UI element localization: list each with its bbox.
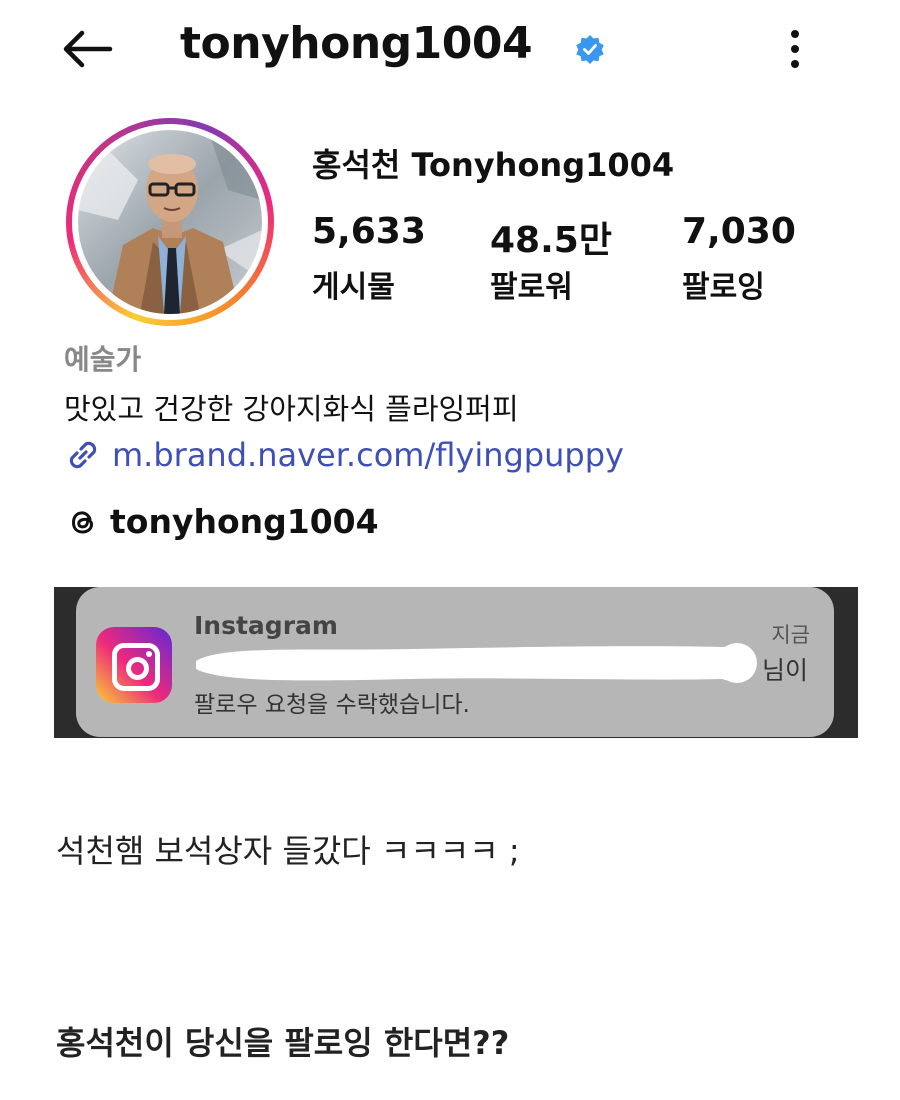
notification-name-suffix: 님이	[761, 656, 808, 685]
threads-icon	[71, 510, 94, 534]
followers-label[interactable]: 팔로워	[490, 262, 573, 306]
notification-time: 지금	[771, 623, 810, 647]
following-label[interactable]: 팔로잉	[682, 262, 765, 306]
arrow-left-icon	[63, 30, 113, 68]
instagram-app-icon	[96, 627, 172, 703]
threads-handle[interactable]: tonyhong1004	[110, 502, 379, 541]
posts-label[interactable]: 게시물	[312, 262, 395, 306]
profile-category: 예술가	[64, 343, 142, 376]
profile-link-text[interactable]: m.brand.naver.com/flyingpuppy	[112, 436, 624, 474]
profile-link[interactable]: m.brand.naver.com/flyingpuppy	[64, 432, 624, 478]
caption-question: 홍석천이 당신을 팔로잉 한다면??	[56, 1024, 510, 1062]
notification-card: Instagram 지금 님이 팔로우 요청을 수락했습니다.	[76, 587, 834, 737]
profile-bio: 맛있고 건강한 강아지화식 플라잉퍼피	[64, 392, 519, 426]
redaction-mark	[196, 643, 757, 683]
back-button[interactable]	[58, 24, 114, 74]
followers-count[interactable]: 48.5만	[490, 211, 612, 263]
profile-display-name: 홍석천 Tonyhong1004	[312, 146, 675, 184]
posts-count[interactable]: 5,633	[312, 211, 426, 252]
profile-avatar[interactable]	[66, 118, 274, 326]
following-count[interactable]: 7,030	[682, 211, 796, 252]
notification-message: 팔로우 요청을 수락했습니다.	[194, 692, 470, 718]
notification-screenshot: Instagram 지금 님이 팔로우 요청을 수락했습니다.	[54, 587, 858, 738]
profile-username: tonyhong1004	[180, 18, 533, 69]
threads-link[interactable]: tonyhong1004	[66, 502, 379, 541]
more-vertical-icon	[791, 30, 799, 68]
avatar-photo	[78, 130, 262, 314]
notification-app-name: Instagram	[194, 611, 338, 640]
caption-text: 석천햄 보석상자 들갔다 ㅋㅋㅋㅋ ;	[56, 832, 520, 870]
more-options-button[interactable]	[782, 26, 808, 72]
verified-badge-icon	[575, 34, 605, 64]
link-icon	[69, 441, 97, 469]
